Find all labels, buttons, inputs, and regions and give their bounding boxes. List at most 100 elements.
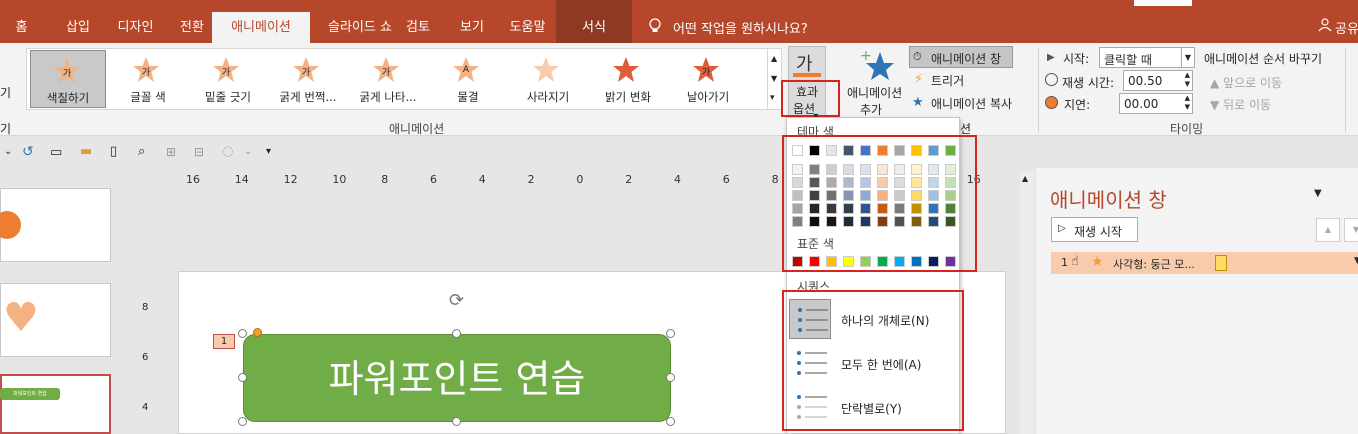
scroll-down-icon[interactable]: ▼ (771, 74, 777, 83)
ruler-tick-label: 6 (722, 173, 730, 186)
gallery-item[interactable]: A 물결 (430, 50, 506, 108)
animation-star-icon (612, 56, 640, 84)
title-bar-box (1134, 0, 1192, 6)
resize-handle[interactable] (238, 329, 247, 338)
resize-handle[interactable] (452, 329, 461, 338)
chevron-down-icon[interactable]: ▼ (1181, 48, 1194, 67)
duration-spinner[interactable]: 00.50 ▲ ▼ (1123, 70, 1193, 91)
heart-icon: ♥ (3, 295, 39, 341)
tab-2[interactable]: 디자인 (108, 12, 163, 43)
scroll-up-icon[interactable]: ▲ (1022, 174, 1028, 183)
animation-star-icon (532, 56, 560, 84)
spinner-arrows-icon[interactable]: ▲ ▼ (1185, 71, 1190, 89)
gallery-scroll[interactable]: ▲ ▼ ▾ (767, 49, 781, 109)
chevron-down-icon[interactable]: ⌄ (244, 146, 252, 157)
resize-handle[interactable] (666, 373, 675, 382)
chevron-down-icon[interactable]: ⌄ (4, 146, 12, 157)
slideshow-icon[interactable]: ▭ (50, 145, 62, 160)
animation-star-icon: 가 (132, 56, 160, 84)
star-glyph: 가 (221, 68, 231, 78)
customize-icon[interactable]: ▾ (266, 146, 271, 157)
refresh-icon[interactable]: ↺ (22, 144, 34, 160)
tab-1[interactable]: 삽입 (58, 12, 98, 43)
folder-icon[interactable]: ▬ (80, 144, 92, 159)
scroll-up-icon[interactable]: ▲ (771, 54, 777, 63)
tab-6[interactable]: 검토 (398, 12, 438, 43)
share-button[interactable]: 공유 (1335, 18, 1358, 37)
resize-handle[interactable] (666, 417, 675, 426)
tab-5[interactable]: 슬라이드 쇼 (310, 12, 410, 43)
ruler-tick-label: 10 (332, 173, 347, 186)
group-label-animation: 애니메이션 (389, 122, 445, 136)
animation-pane-button[interactable]: ⏱ 애니메이션 창 (909, 46, 1013, 68)
play-icon: ▶ (1047, 52, 1055, 63)
star-glyph: 가 (381, 68, 391, 78)
delay-spinner[interactable]: 00.00 ▲ ▼ (1119, 93, 1193, 114)
animation-painter-button[interactable]: 애니메이션 복사 (931, 95, 1012, 112)
ruler-tick-label: 16 (186, 173, 200, 186)
gallery-item[interactable]: 가 글꼴 색 (110, 50, 186, 108)
move-up-icon[interactable]: ▲ (1316, 218, 1340, 242)
ruler-tick-label: 14 (234, 173, 249, 186)
gallery-item[interactable]: 가굵게 번쩍... (270, 50, 346, 108)
gallery-item-label: 색칠하기 (46, 91, 90, 105)
tab-format[interactable]: 서식 (556, 0, 632, 43)
start-select[interactable]: 클릭할 때 ▼ (1099, 47, 1195, 68)
resize-handle[interactable] (452, 417, 461, 426)
pane-options-icon[interactable]: ▼ (1314, 188, 1322, 199)
gallery-item[interactable]: 가 밑줄 긋기 (190, 50, 266, 108)
tab-0[interactable]: 홈 (9, 12, 34, 43)
chevron-down-icon[interactable]: ▼ (1354, 256, 1358, 266)
move-later-button[interactable]: ▼ 뒤로 이동 (1210, 96, 1271, 113)
slide-thumbnail-selected[interactable]: 파워포인트 연습 (0, 374, 111, 434)
ruler-tick-label: 6 (142, 352, 149, 363)
thumb-shape: 파워포인트 연습 (0, 388, 60, 400)
ruler-tick-label: 12 (283, 173, 298, 186)
gallery-item[interactable]: 가 색칠하기 (30, 50, 106, 108)
play-from-button[interactable]: ▷ 재생 시작 (1051, 217, 1138, 242)
tab-4[interactable]: 애니메이션 (212, 12, 310, 43)
rotate-handle-icon[interactable]: ⟳ (449, 290, 464, 311)
group-icon[interactable]: ⊞ (166, 145, 176, 159)
slide-thumbnail[interactable] (0, 188, 111, 262)
resize-handle[interactable] (238, 373, 247, 382)
tell-me-box[interactable]: 어떤 작업을 원하시나요? (673, 18, 808, 37)
tab-8[interactable]: 도움말 (500, 12, 555, 43)
move-earlier-button[interactable]: ▲ 앞으로 이동 (1210, 74, 1282, 91)
gallery-more-icon[interactable]: ▾ (770, 93, 775, 103)
move-down-icon[interactable]: ▼ (1344, 218, 1358, 242)
ruler-tick-label: 8 (771, 173, 779, 186)
vertical-scrollbar[interactable]: ▲ (1020, 172, 1034, 434)
new-file-icon[interactable]: ▯ (110, 144, 117, 159)
trigger-button[interactable]: 트리거 (931, 72, 964, 89)
rounded-rectangle-shape[interactable]: 파워포인트 연습 (243, 334, 671, 422)
resize-handle[interactable] (666, 329, 675, 338)
tab-7[interactable]: 보기 (452, 12, 492, 43)
slide-thumbnail[interactable]: ♥ (0, 283, 111, 357)
preview-icon[interactable]: ⌕ (138, 144, 145, 159)
gallery-item[interactable]: 밝기 변화 (590, 50, 666, 108)
tab-3[interactable]: 전환 (172, 12, 212, 43)
ungroup-icon[interactable]: ⊟ (194, 145, 204, 159)
gallery-item-label: 굵게 번쩍... (279, 90, 337, 104)
ruler-tick-label: 4 (674, 173, 681, 186)
animation-number-tag[interactable]: 1 (213, 334, 235, 349)
left-group-label-fragment: 기 (0, 122, 12, 136)
user-icon (1318, 18, 1332, 32)
spinner-arrows-icon[interactable]: ▲ ▼ (1185, 94, 1190, 112)
gallery-item[interactable]: 사라지기 (510, 50, 586, 108)
animation-list-item[interactable]: 1 ☝ ★ 사각형: 둥근 모... ▼ (1051, 252, 1358, 274)
shape-icon[interactable]: ◌ (222, 144, 233, 159)
star-plus-icon: + (860, 48, 894, 80)
star-glyph: 가 (301, 68, 311, 78)
highlight-box-sequence (782, 290, 964, 431)
delay-label: 지연: (1064, 98, 1091, 112)
gallery-item[interactable]: 가 굵게 나타... (350, 50, 426, 108)
ruler-tick-label: 8 (142, 302, 149, 313)
add-animation-button[interactable]: + 애니메이션 추가 (847, 48, 906, 118)
gallery-item[interactable]: 가 날아가기 (670, 50, 746, 108)
highlight-box-colors (782, 135, 977, 272)
adjust-handle[interactable] (253, 328, 262, 337)
group-divider (1038, 48, 1039, 132)
resize-handle[interactable] (238, 417, 247, 426)
